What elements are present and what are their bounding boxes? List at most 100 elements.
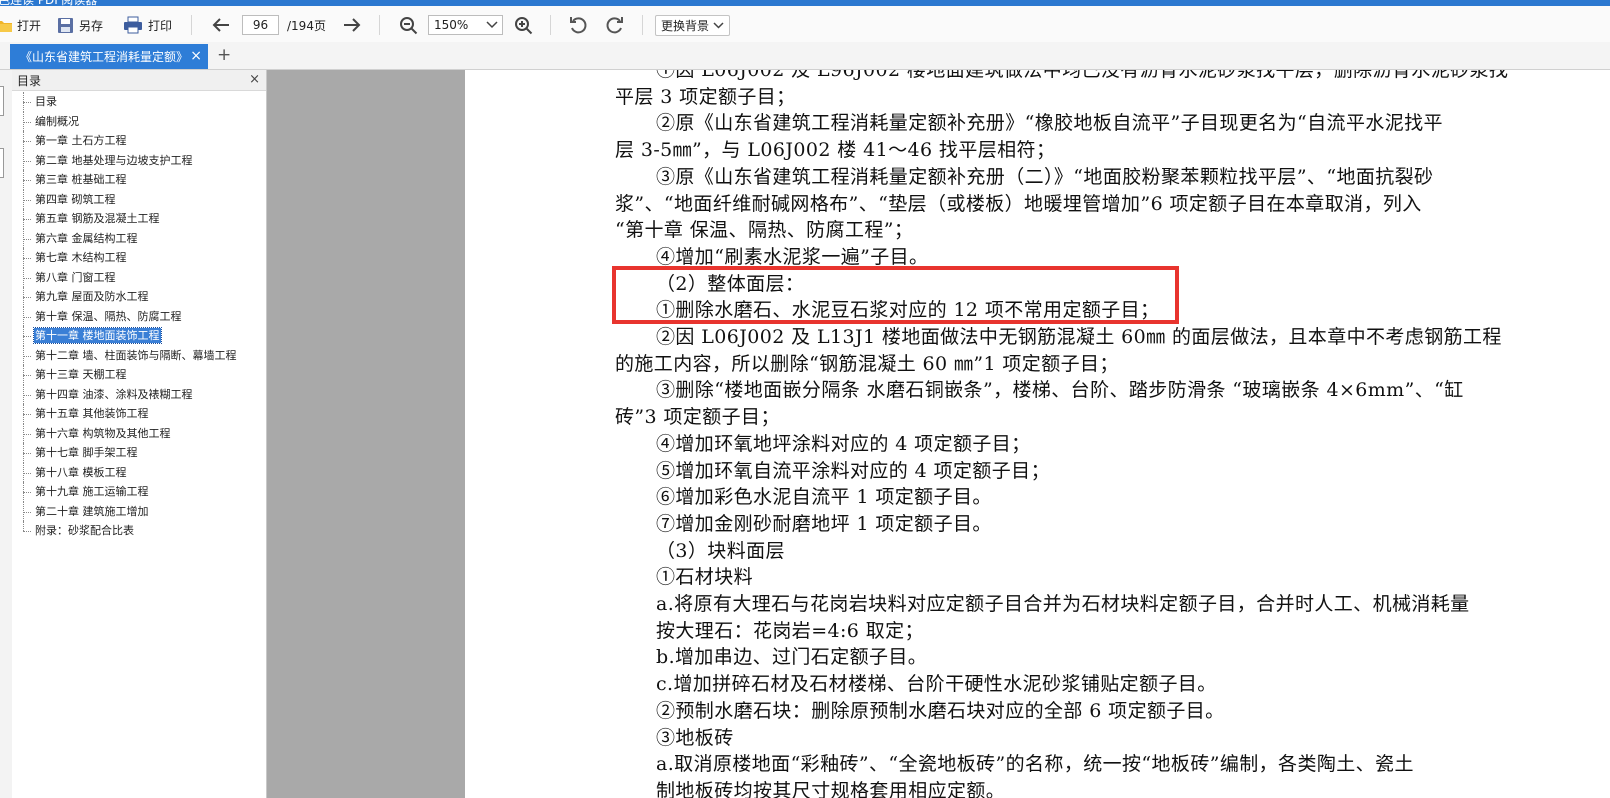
toolbar: 打开 另存 打印 96 /194页 150% 更换背景 (0, 6, 1610, 43)
toc-item-label: 第十七章 脚手架工程 (35, 446, 138, 459)
document-line: ⑤增加环氧自流平涂料对应的 4 项定额子目； (656, 459, 1050, 482)
tab-document[interactable]: 《山东省建筑工程消耗量定额》 × (10, 44, 208, 69)
document-line: ①因 L06J002 及 L96J002 楼地面建筑做法中均已没有沥青水泥砂浆找… (656, 70, 1509, 81)
document-line: 层 3-5㎜”，与 L06J002 楼 41～46 找平层相符； (615, 139, 1056, 162)
toc-item[interactable]: 编制概况 (12, 111, 266, 132)
document-line: ⑦增加金刚砂耐磨地坪 1 项定额子目。 (656, 512, 992, 535)
page-margin-background (267, 70, 465, 798)
tab-title: 《山东省建筑工程消耗量定额》 (20, 50, 189, 64)
new-tab-button[interactable]: + (217, 45, 231, 65)
change-background-dropdown[interactable]: 更换背景 (655, 15, 731, 36)
document-line: （3）块料面层 (656, 539, 785, 562)
page-current-value: 96 (252, 18, 269, 32)
toc-item-label: 目录 (35, 95, 57, 108)
toc-item[interactable]: 第十二章 墙、柱面装饰与隔断、幕墙工程 (12, 345, 266, 366)
arrow-left-icon (212, 18, 229, 32)
highlight-annotation-box (612, 266, 1179, 324)
document-line: “第十章 保温、隔热、防腐工程”； (615, 219, 914, 242)
bookmark-panel-handle[interactable] (0, 86, 4, 116)
document-line: 的施工内容，所以删除“钢筋混凝土 60 ㎜”1 项定额子目； (615, 352, 1119, 375)
toc-item[interactable]: 第十五章 其他装饰工程 (12, 404, 266, 424)
rotate-right-icon (606, 16, 623, 33)
zoom-select[interactable]: 150% (428, 15, 503, 35)
toc-item[interactable]: 第二十章 建筑施工增加 (12, 501, 266, 522)
toc-item[interactable]: 第八章 门窗工程 (12, 267, 266, 288)
saveas-button[interactable]: 另存 (57, 14, 103, 36)
chevron-down-icon (713, 22, 724, 29)
close-icon[interactable]: × (249, 72, 260, 87)
document-line: ②因 L06J002 及 L13J1 楼地面做法中无钢筋混凝土 60㎜ 的面层做… (656, 326, 1502, 349)
toc-item[interactable]: 第十九章 施工运输工程 (12, 482, 266, 502)
toc-item-label: 第九章 屋面及防水工程 (35, 290, 149, 303)
arrow-right-icon (344, 18, 361, 32)
document-line: 砖”3 项定额子目； (615, 406, 780, 429)
toc-item[interactable]: 第十三章 天棚工程 (12, 365, 266, 385)
page-total: /194页 (287, 19, 326, 33)
toc-item[interactable]: 第十一章 楼地面装饰工程 (12, 326, 266, 346)
toc-item[interactable]: 第五章 钢筋及混凝土工程 (12, 209, 266, 229)
document-line: 制地板砖均按其尺寸规格套用相应定额。 (656, 779, 1006, 798)
toc-item-label: 第十六章 构筑物及其他工程 (35, 426, 171, 440)
toc-item[interactable]: 第十八章 模板工程 (12, 462, 266, 483)
toc-item[interactable]: 第二章 地基处理与边坡支护工程 (12, 150, 266, 171)
rotate-left-icon (570, 16, 587, 33)
next-page-button[interactable] (342, 14, 362, 36)
toc-item-label: 第十九章 施工运输工程 (35, 485, 149, 498)
rotate-right-button[interactable] (605, 14, 624, 36)
document-line: ⑥增加彩色水泥自流平 1 项定额子目。 (656, 486, 992, 509)
toc-item[interactable]: 第一章 土石方工程 (12, 131, 266, 151)
toolbar-separator (379, 15, 380, 35)
document-page: ①因 L06J002 及 L96J002 楼地面建筑做法中均已没有沥青水泥砂浆找… (465, 70, 1610, 798)
document-line: ③地板砖 (656, 726, 734, 749)
rotate-left-button[interactable] (569, 14, 588, 36)
print-label: 打印 (148, 18, 173, 33)
folder-icon (0, 21, 12, 32)
toc-item-label: 第五章 钢筋及混凝土工程 (35, 212, 160, 225)
toc-header: 目录 × (12, 70, 266, 91)
toc-sidebar: 目录 × 目录编制概况第一章 土石方工程 第二章 地基处理与边坡支护工程第三章 桩… (12, 70, 267, 798)
toc-item[interactable]: 第十章 保温、隔热、防腐工程 (12, 306, 266, 327)
toc-item-label: 第四章 砌筑工程 (35, 192, 116, 206)
toc-item[interactable]: 第十六章 构筑物及其他工程 (12, 423, 266, 444)
page-number-input[interactable]: 96 (242, 15, 279, 35)
zoom-value: 150% (434, 18, 469, 32)
zoom-out-icon (400, 16, 418, 34)
printer-icon (124, 16, 142, 34)
toc-item[interactable]: 第七章 木结构工程 (12, 248, 266, 268)
toc-item[interactable]: 附录：砂浆配合比表 (12, 521, 266, 541)
toolbar-separator (550, 15, 551, 35)
close-tab-icon[interactable]: × (190, 48, 202, 64)
thumbnail-panel-handle[interactable] (0, 148, 4, 178)
prev-page-button[interactable] (211, 14, 231, 36)
toc-item-label: 第十八章 模板工程 (35, 465, 127, 479)
document-line: ③删除“楼地面嵌分隔条 水磨石铜嵌条”，楼梯、台阶、踏步防滑条 “玻璃嵌条 4×… (656, 379, 1464, 402)
toolbar-separator (642, 15, 643, 35)
toc-item-label: 第三章 桩基础工程 (35, 173, 127, 186)
toc-item-label: 第十三章 天棚工程 (35, 368, 127, 381)
toc-item[interactable]: 第十四章 油漆、涂料及裱糊工程 (12, 384, 266, 405)
print-button[interactable]: 打印 (123, 14, 172, 36)
toc-item[interactable]: 第四章 砌筑工程 (12, 189, 266, 210)
toc-item[interactable]: 第六章 金属结构工程 (12, 228, 266, 249)
open-button[interactable]: 打开 (0, 14, 41, 36)
document-line: a.取消原楼地面“彩釉砖”、“全瓷地板砖”的名称，统一按“地板砖”编制，各类陶土… (656, 753, 1414, 776)
document-line: ②预制水磨石块：删除原预制水磨石块对应的全部 6 项定额子目。 (656, 699, 1225, 722)
toc-item[interactable]: 第九章 屋面及防水工程 (12, 287, 266, 307)
toc-item[interactable]: 第三章 桩基础工程 (12, 170, 266, 190)
toc-item[interactable]: 目录 (12, 92, 266, 112)
toc-item[interactable]: 第十七章 脚手架工程 (12, 443, 266, 463)
toc-item-label: 附录：砂浆配合比表 (35, 524, 134, 537)
toc-item-label: 编制概况 (35, 114, 79, 128)
chevron-down-icon (486, 21, 498, 29)
saveas-label: 另存 (79, 18, 104, 33)
toc-item-label: 第十二章 墙、柱面装饰与隔断、幕墙工程 (35, 348, 237, 362)
zoom-in-button[interactable] (514, 14, 533, 36)
document-line: ②原《山东省建筑工程消耗量定额补充册》“橡胶地板自流平”子目现更名为“自流平水泥… (656, 112, 1443, 135)
zoom-out-button[interactable] (399, 14, 418, 36)
toc-item-label: 第十五章 其他装饰工程 (35, 407, 149, 420)
document-line: a.将原有大理石与花岗岩块料对应定额子目合并为石材块料定额子目，合并时人工、机械… (656, 593, 1470, 616)
toc-item-label: 第十四章 油漆、涂料及裱糊工程 (35, 387, 193, 401)
toc-item-label: 第十一章 楼地面装饰工程 (33, 327, 162, 344)
toc-item-label: 第七章 木结构工程 (35, 251, 127, 264)
document-line: ③原《山东省建筑工程消耗量定额补充册（二）》“地面胶粉聚苯颗粒找平层”、“地面抗… (656, 165, 1434, 188)
